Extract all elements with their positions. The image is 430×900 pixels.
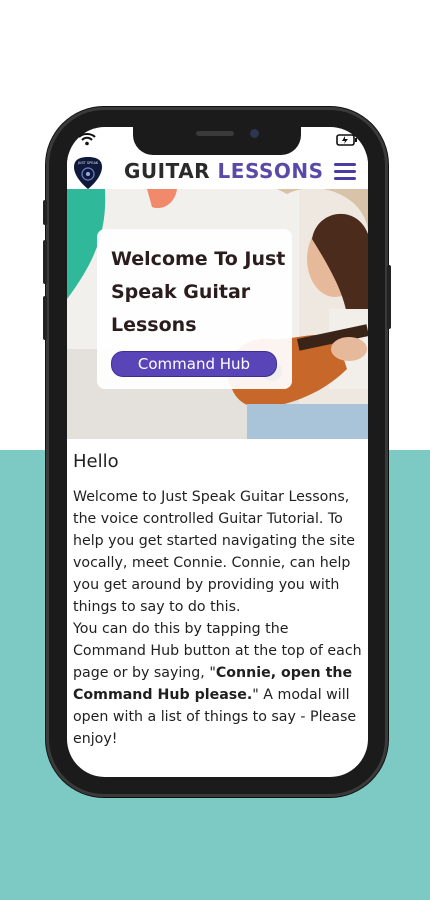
phone-notch	[133, 123, 301, 155]
phone-camera	[250, 129, 259, 138]
phone-volume-down-button	[43, 296, 47, 340]
wifi-icon	[78, 131, 96, 150]
intro-text: Welcome to Just Speak Guitar Lessons, th…	[73, 489, 356, 615]
site-title-part1: GUITAR	[124, 159, 211, 183]
hero-card: Welcome To Just Speak Guitar Lessons Com…	[97, 229, 292, 389]
hello-heading: Hello	[73, 451, 119, 472]
logo-text: JUST SPEAK	[77, 161, 99, 165]
hamburger-menu-icon[interactable]	[334, 163, 356, 181]
phone-volume-up-button	[43, 240, 47, 284]
intro-paragraph: Welcome to Just Speak Guitar Lessons, th…	[73, 486, 365, 750]
battery-icon	[336, 131, 358, 150]
phone-power-button	[387, 265, 391, 329]
guitar-pick-logo[interactable]: JUST SPEAK	[73, 156, 103, 190]
hero-title: Welcome To Just Speak Guitar Lessons	[111, 248, 286, 336]
main-content: Hello Welcome to Just Speak Guitar Lesso…	[73, 451, 365, 750]
command-hub-button[interactable]: Command Hub	[111, 351, 277, 377]
site-title-part2: LESSONS	[217, 159, 324, 183]
site-title: GUITAR LESSONS	[124, 159, 324, 183]
phone-side-button	[43, 200, 47, 225]
phone-screen: JUST SPEAK GUITAR LESSONS Welcome To Jus…	[67, 127, 368, 777]
hero-banner: Welcome To Just Speak Guitar Lessons Com…	[67, 189, 368, 439]
phone-speaker	[196, 131, 234, 136]
